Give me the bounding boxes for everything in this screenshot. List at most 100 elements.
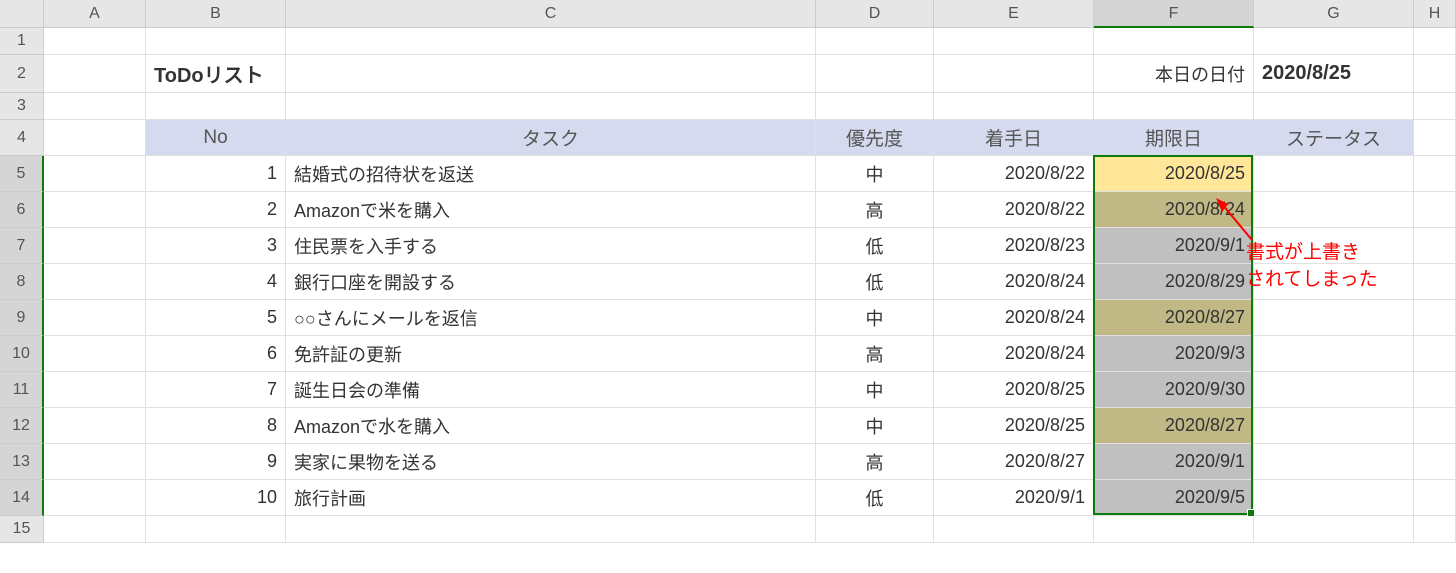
row-header-7[interactable]: 7	[0, 228, 44, 264]
cell-A9[interactable]	[44, 300, 146, 336]
cell-A13[interactable]	[44, 444, 146, 480]
header-no[interactable]: No	[146, 120, 286, 156]
cell-priority-11[interactable]: 中	[816, 372, 934, 408]
column-header-E[interactable]: E	[934, 0, 1094, 28]
cell-status-14[interactable]	[1254, 480, 1414, 516]
cell-status-13[interactable]	[1254, 444, 1414, 480]
cell-E2[interactable]	[934, 55, 1094, 93]
cell-task-13[interactable]: 実家に果物を送る	[286, 444, 816, 480]
cell-no-9[interactable]: 5	[146, 300, 286, 336]
cell-H13[interactable]	[1414, 444, 1456, 480]
row-header-8[interactable]: 8	[0, 264, 44, 300]
cell-G1[interactable]	[1254, 28, 1414, 55]
cell-C15[interactable]	[286, 516, 816, 543]
cell-no-7[interactable]: 3	[146, 228, 286, 264]
cell-H11[interactable]	[1414, 372, 1456, 408]
header-due[interactable]: 期限日	[1094, 120, 1254, 156]
cell-due-8[interactable]: 2020/8/29	[1094, 264, 1254, 300]
row-header-6[interactable]: 6	[0, 192, 44, 228]
cell-due-9[interactable]: 2020/8/27	[1094, 300, 1254, 336]
cell-status-6[interactable]	[1254, 192, 1414, 228]
cell-E3[interactable]	[934, 93, 1094, 120]
cell-H3[interactable]	[1414, 93, 1456, 120]
cell-F3[interactable]	[1094, 93, 1254, 120]
cell-task-10[interactable]: 免許証の更新	[286, 336, 816, 372]
cell-no-12[interactable]: 8	[146, 408, 286, 444]
row-header-13[interactable]: 13	[0, 444, 44, 480]
cell-B3[interactable]	[146, 93, 286, 120]
cell-priority-5[interactable]: 中	[816, 156, 934, 192]
cell-D15[interactable]	[816, 516, 934, 543]
cell-C1[interactable]	[286, 28, 816, 55]
row-header-15[interactable]: 15	[0, 516, 44, 543]
cell-H9[interactable]	[1414, 300, 1456, 336]
cell-H12[interactable]	[1414, 408, 1456, 444]
cell-A7[interactable]	[44, 228, 146, 264]
cell-H7[interactable]	[1414, 228, 1456, 264]
column-header-A[interactable]: A	[44, 0, 146, 28]
cell-H4[interactable]	[1414, 120, 1456, 156]
cell-D1[interactable]	[816, 28, 934, 55]
cell-F1[interactable]	[1094, 28, 1254, 55]
cell-task-5[interactable]: 結婚式の招待状を返送	[286, 156, 816, 192]
cell-H15[interactable]	[1414, 516, 1456, 543]
cell-status-9[interactable]	[1254, 300, 1414, 336]
cell-H5[interactable]	[1414, 156, 1456, 192]
cell-B1[interactable]	[146, 28, 286, 55]
cell-A2[interactable]	[44, 55, 146, 93]
cell-H8[interactable]	[1414, 264, 1456, 300]
cell-C2[interactable]	[286, 55, 816, 93]
cell-start-12[interactable]: 2020/8/25	[934, 408, 1094, 444]
cell-priority-12[interactable]: 中	[816, 408, 934, 444]
row-header-9[interactable]: 9	[0, 300, 44, 336]
cell-start-13[interactable]: 2020/8/27	[934, 444, 1094, 480]
row-header-4[interactable]: 4	[0, 120, 44, 156]
cell-H1[interactable]	[1414, 28, 1456, 55]
cell-A11[interactable]	[44, 372, 146, 408]
cell-A5[interactable]	[44, 156, 146, 192]
cell-task-6[interactable]: Amazonで米を購入	[286, 192, 816, 228]
cell-task-14[interactable]: 旅行計画	[286, 480, 816, 516]
cell-B15[interactable]	[146, 516, 286, 543]
cell-A10[interactable]	[44, 336, 146, 372]
cell-H6[interactable]	[1414, 192, 1456, 228]
cell-D3[interactable]	[816, 93, 934, 120]
cell-priority-10[interactable]: 高	[816, 336, 934, 372]
row-header-3[interactable]: 3	[0, 93, 44, 120]
cell-due-5[interactable]: 2020/8/25	[1094, 156, 1254, 192]
cell-no-14[interactable]: 10	[146, 480, 286, 516]
header-start[interactable]: 着手日	[934, 120, 1094, 156]
column-header-C[interactable]: C	[286, 0, 816, 28]
cell-priority-7[interactable]: 低	[816, 228, 934, 264]
cell-F15[interactable]	[1094, 516, 1254, 543]
cell-due-12[interactable]: 2020/8/27	[1094, 408, 1254, 444]
cell-due-14[interactable]: 2020/9/5	[1094, 480, 1254, 516]
cell-start-11[interactable]: 2020/8/25	[934, 372, 1094, 408]
cell-no-11[interactable]: 7	[146, 372, 286, 408]
cell-status-12[interactable]	[1254, 408, 1414, 444]
cell-task-11[interactable]: 誕生日会の準備	[286, 372, 816, 408]
header-task[interactable]: タスク	[286, 120, 816, 156]
cell-G3[interactable]	[1254, 93, 1414, 120]
column-header-F[interactable]: F	[1094, 0, 1254, 28]
cell-due-11[interactable]: 2020/9/30	[1094, 372, 1254, 408]
cell-no-13[interactable]: 9	[146, 444, 286, 480]
column-header-D[interactable]: D	[816, 0, 934, 28]
cell-A6[interactable]	[44, 192, 146, 228]
cell-no-5[interactable]: 1	[146, 156, 286, 192]
cell-H2[interactable]	[1414, 55, 1456, 93]
cell-A15[interactable]	[44, 516, 146, 543]
cell-task-8[interactable]: 銀行口座を開設する	[286, 264, 816, 300]
column-header-B[interactable]: B	[146, 0, 286, 28]
cell-no-6[interactable]: 2	[146, 192, 286, 228]
cell-due-10[interactable]: 2020/9/3	[1094, 336, 1254, 372]
cell-E1[interactable]	[934, 28, 1094, 55]
cell-H10[interactable]	[1414, 336, 1456, 372]
cell-status-11[interactable]	[1254, 372, 1414, 408]
today-value-cell[interactable]: 2020/8/25	[1254, 55, 1414, 93]
cell-priority-6[interactable]: 高	[816, 192, 934, 228]
cell-A8[interactable]	[44, 264, 146, 300]
cell-due-13[interactable]: 2020/9/1	[1094, 444, 1254, 480]
header-status[interactable]: ステータス	[1254, 120, 1414, 156]
row-header-1[interactable]: 1	[0, 28, 44, 55]
